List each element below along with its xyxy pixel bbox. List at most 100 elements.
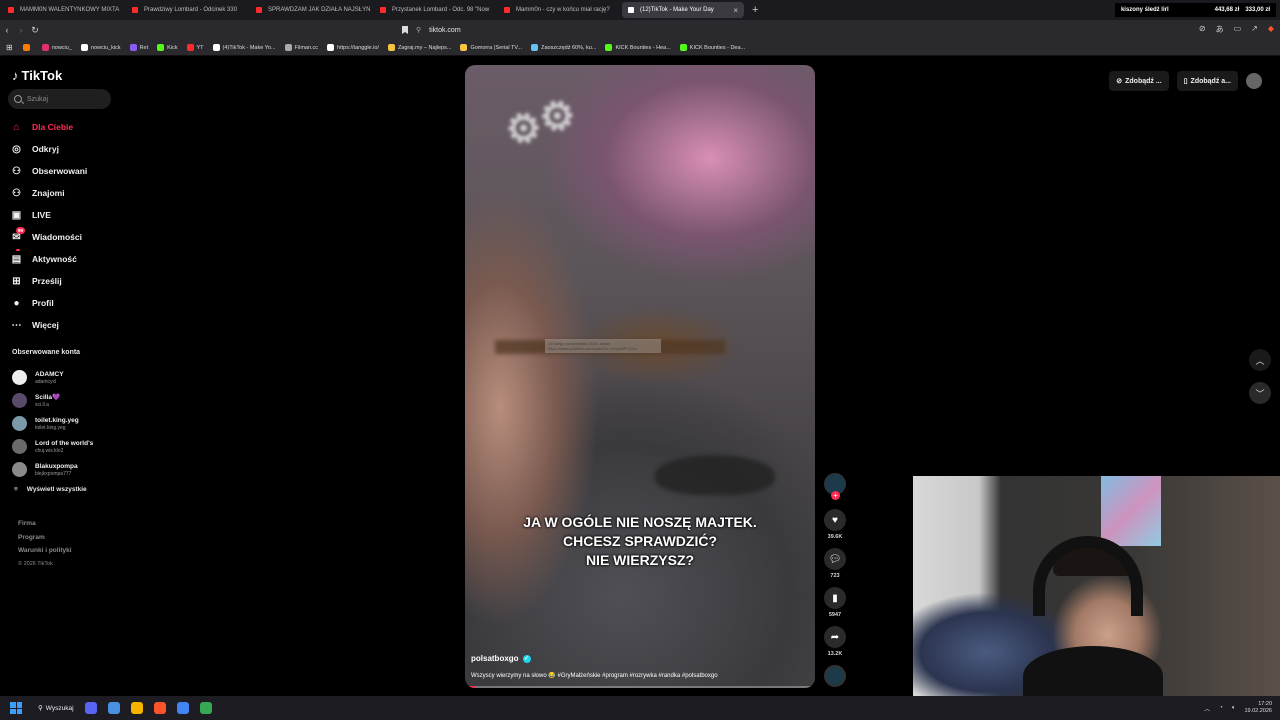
- share-icon[interactable]: ↗: [1251, 24, 1258, 35]
- sidebar-item-label: Dla Ciebie: [32, 122, 74, 132]
- profile-avatar[interactable]: [1246, 73, 1262, 89]
- next-video-button[interactable]: ﹀: [1249, 382, 1271, 404]
- bookmark-label: Gomorra (Serial TV...: [470, 44, 523, 51]
- bookmark-item[interactable]: Zagraj.my – Najleps...: [387, 44, 451, 51]
- bookmark-label: Kick: [167, 44, 178, 51]
- bookmark-item[interactable]: Ret: [129, 44, 148, 51]
- bookmark-item[interactable]: KICK Bounties - Dea...: [679, 44, 745, 51]
- url-field[interactable]: ⚲ tiktok.com: [402, 26, 461, 34]
- browser-tab[interactable]: MAMM0N WALENTYNKOWY MIXTA: [2, 2, 124, 18]
- close-icon[interactable]: ×: [733, 6, 738, 15]
- volume-icon[interactable]: 🔈︎: [1232, 705, 1236, 712]
- taskbar-app-icon[interactable]: [199, 702, 212, 714]
- save-count: 5947: [828, 612, 842, 618]
- clock[interactable]: 17:20 19.02.2026: [1244, 701, 1272, 715]
- comment-button[interactable]: 💬︎: [824, 548, 846, 570]
- sidebar-item[interactable]: ⊞ Prześlij: [10, 270, 87, 292]
- taskbar-app-icon[interactable]: [130, 702, 143, 714]
- get-app-button[interactable]: ▯ Zdobądź a...: [1176, 71, 1238, 91]
- taskbar-app-icon[interactable]: [176, 702, 189, 714]
- taskbar-app-icon[interactable]: [107, 702, 120, 714]
- footer-link-terms[interactable]: Warunki i polityki: [18, 544, 72, 558]
- follow-plus-icon[interactable]: +: [831, 491, 840, 500]
- network-icon[interactable]: ◔: [1219, 705, 1223, 711]
- get-coins-button[interactable]: ⊘ Zdobądź ...: [1109, 71, 1169, 91]
- tab-favicon-icon: [380, 7, 386, 13]
- following-account[interactable]: Lord of the world's chuj.wis.klo2: [12, 435, 93, 458]
- extension-widget[interactable]: kiszony śledź lirl 443,68 zł 333,00 zł: [1114, 3, 1276, 17]
- windows-start-icon[interactable]: [10, 702, 22, 714]
- tiktok-note-icon: ♪: [12, 68, 19, 83]
- previous-video-button[interactable]: ︿: [1249, 349, 1271, 371]
- bookmark-item[interactable]: Kick: [157, 44, 178, 51]
- bookmark-item[interactable]: Gomorra (Serial TV...: [460, 44, 522, 51]
- following-account[interactable]: ADAMCY adamcyxl: [12, 366, 93, 389]
- tab-favicon-icon: [504, 7, 510, 13]
- reload-icon[interactable]: ↻: [28, 25, 42, 36]
- browser-tab[interactable]: Przystanek Lombard - Odc. 98 "Now: [374, 2, 496, 18]
- music-disc[interactable]: [824, 665, 846, 687]
- taskbar-search[interactable]: ⚲ Wyszukaj: [38, 704, 74, 713]
- show-all-button[interactable]: ≡ Wyświetl wszystkie: [14, 486, 87, 493]
- bookmark-icon[interactable]: [402, 26, 408, 34]
- following-account[interactable]: Scilla💜 sci.ll.a: [12, 389, 93, 412]
- video-player[interactable]: ⚙⚙ 15 lutego poniedziałek 2026, obiad ht…: [465, 65, 815, 688]
- apps-grid-icon[interactable]: ⊞: [6, 43, 13, 52]
- video-author[interactable]: polsatboxgo ✓: [471, 654, 531, 663]
- extension-name: kiszony śledź lirl: [1120, 7, 1169, 13]
- sidebar-item[interactable]: ▣ LIVE: [10, 204, 87, 226]
- mute-icon[interactable]: ⊘: [1199, 24, 1206, 35]
- sidebar-item[interactable]: ● Profil: [10, 292, 87, 314]
- sidebar-item[interactable]: ▤ Aktywność: [10, 248, 87, 270]
- bookmark-item[interactable]: nowciu_: [41, 44, 72, 51]
- following-account[interactable]: Blakuxpompa blejkxpompa777: [12, 458, 93, 481]
- bookmark-item[interactable]: [22, 44, 33, 51]
- browser-tab[interactable]: (12)TikTok - Make Your Day ×: [622, 2, 744, 18]
- bookmark-item[interactable]: Filman.cc: [284, 44, 318, 51]
- sidebar-item[interactable]: ⋯ Więcej: [10, 314, 87, 336]
- bookmark-item[interactable]: KICK Bounties - Hea...: [605, 44, 671, 51]
- bookmark-label: Zaoszczędź 60%, ku...: [541, 44, 597, 51]
- share-button[interactable]: ➦: [824, 626, 846, 648]
- sidebar-item[interactable]: ◎ Odkryj: [10, 138, 87, 160]
- tray-chevron-icon[interactable]: ︿: [1204, 704, 1210, 713]
- save-button[interactable]: ▮: [824, 587, 846, 609]
- bookmark-item[interactable]: YT: [186, 44, 204, 51]
- bookmark-item[interactable]: Zaoszczędź 60%, ku...: [531, 44, 596, 51]
- translate-icon[interactable]: あ: [1216, 24, 1224, 35]
- video-progress-fill: [465, 686, 476, 688]
- tiktok-logo[interactable]: ♪ TikTok: [12, 68, 62, 83]
- sidebar-item-label: Znajomi: [32, 188, 65, 198]
- install-icon[interactable]: ▭: [1234, 24, 1242, 35]
- sidebar-item[interactable]: ⚇ Obserwowani: [10, 160, 87, 182]
- share-count: 13.2K: [827, 651, 843, 657]
- following-title: Obserwowane konta: [12, 349, 81, 356]
- brave-shield-icon[interactable]: ◆: [1268, 24, 1274, 35]
- forward-icon[interactable]: ›: [14, 25, 28, 35]
- search-input[interactable]: Szukaj: [8, 89, 111, 109]
- sidebar-item[interactable]: ✉ 99 Wiadomości: [10, 226, 87, 248]
- taskbar-app-icon[interactable]: [153, 702, 166, 714]
- browser-tab[interactable]: Prawdziwy Lombard - Odcinek 330: [126, 2, 248, 18]
- back-icon[interactable]: ‹: [0, 25, 14, 35]
- bookmark-favicon-icon: [460, 44, 468, 51]
- bookmark-item[interactable]: https://tanggle.io/: [327, 44, 379, 51]
- wall-posters: [1101, 476, 1161, 546]
- bookmark-item[interactable]: nowciu_kick: [80, 44, 121, 51]
- background-toy: ⚙⚙: [499, 90, 583, 156]
- following-account[interactable]: toilet.king.yeg toilet.king.yeg: [12, 412, 93, 435]
- footer-link-company[interactable]: Firma: [18, 517, 72, 531]
- sidebar-item[interactable]: ⚇ Znajomi: [10, 182, 87, 204]
- footer-link-program[interactable]: Program: [18, 531, 72, 545]
- taskbar-app-icon[interactable]: [84, 702, 97, 714]
- site-info-icon[interactable]: ⚲: [416, 26, 421, 34]
- new-tab-button[interactable]: +: [752, 4, 758, 16]
- background-bat-logo: [655, 455, 775, 495]
- creator-avatar[interactable]: +: [824, 473, 846, 500]
- browser-tab[interactable]: Mamm0n - czy w końcu miał rację?: [498, 2, 620, 18]
- sidebar-item[interactable]: ⌂ Dla Ciebie: [10, 116, 87, 138]
- video-progress-bar[interactable]: [465, 686, 815, 688]
- browser-tab[interactable]: SPRAWDZAM JAK DZIAŁA NAJSŁYN: [250, 2, 372, 18]
- bookmark-item[interactable]: (4)TikTok - Make Yo...: [212, 44, 276, 51]
- like-button[interactable]: ♥: [824, 509, 846, 531]
